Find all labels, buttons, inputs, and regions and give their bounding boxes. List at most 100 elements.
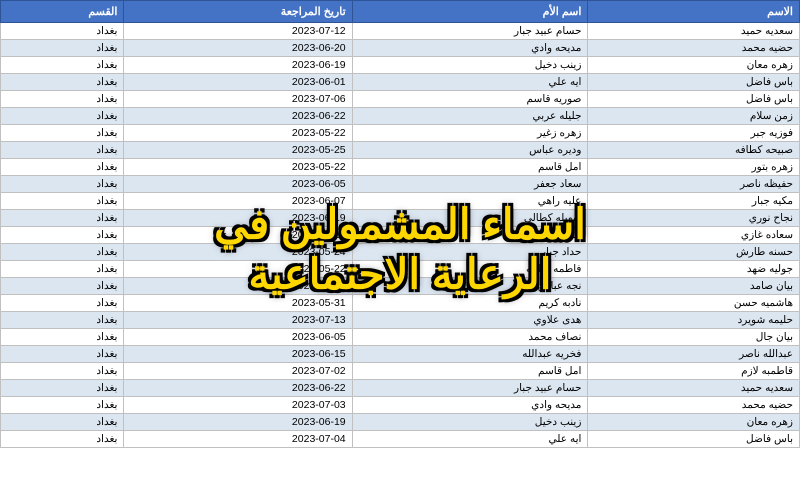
- table-cell: حسام عبيد جبار: [352, 23, 588, 40]
- table-cell: سعاده غازي: [588, 227, 800, 244]
- table-cell: مكيه جبار: [588, 193, 800, 210]
- table-cell: 2023-06-05: [124, 176, 352, 193]
- table-cell: 2023-06-19: [124, 414, 352, 431]
- table-cell: حسام عبيد جبار: [352, 380, 588, 397]
- table-cell: بيان صامد: [588, 278, 800, 295]
- table-cell: 2023-06-01: [124, 74, 352, 91]
- table-cell: بغداد: [1, 159, 124, 176]
- table-cell: 2023-07-02: [124, 363, 352, 380]
- table-cell: 2023-07-06: [124, 278, 352, 295]
- table-row: باس فاضلايه علي2023-07-04بغداد: [1, 431, 800, 448]
- table-cell: بغداد: [1, 380, 124, 397]
- table-cell: بغداد: [1, 142, 124, 159]
- table-cell: 2023-06-22: [124, 108, 352, 125]
- table-row: جوليه ضهدفاطمه طلحه2023-05-22بغداد: [1, 261, 800, 278]
- table-cell: 2023-05-25: [124, 142, 352, 159]
- table-cell: فوزيه جبر: [588, 125, 800, 142]
- table-cell: فخريه عبدالله: [352, 346, 588, 363]
- table-cell: بغداد: [1, 431, 124, 448]
- table-row: هاشميه حسننادبه كريم2023-05-31بغداد: [1, 295, 800, 312]
- table-cell: بغداد: [1, 193, 124, 210]
- table-cell: حفيظه ناصر: [588, 176, 800, 193]
- table-cell: زهره زغير: [352, 125, 588, 142]
- table-cell: 2023-06-15: [124, 346, 352, 363]
- table-cell: امل قاسم: [352, 363, 588, 380]
- table-cell: حضيه محمد: [588, 40, 800, 57]
- table-cell: 2023-06-05: [124, 329, 352, 346]
- table-row: زهره معانزينب دخيل2023-06-19بغداد: [1, 57, 800, 74]
- table-cell: زينب دخيل: [352, 414, 588, 431]
- main-container: الاسم اسم الأم تاريخ المراجعة القسم سعدي…: [0, 0, 800, 500]
- table-row: حضيه محمدمديحه وادي2023-06-20بغداد: [1, 40, 800, 57]
- table-cell: بغداد: [1, 261, 124, 278]
- table-cell: بيان جال: [588, 329, 800, 346]
- table-cell: بغداد: [1, 244, 124, 261]
- table-cell: 2023-06-19: [124, 210, 352, 227]
- table-row: مكيه جبارعليه راهي2023-06-07بغداد: [1, 193, 800, 210]
- table-cell: 2023-05-22: [124, 159, 352, 176]
- table-cell: بغداد: [1, 210, 124, 227]
- col-header-date: تاريخ المراجعة: [124, 1, 352, 23]
- table-cell: حسنه طارش: [588, 244, 800, 261]
- table-cell: عبدالله ناصر: [588, 346, 800, 363]
- table-cell: 2023-05-24: [124, 244, 352, 261]
- table-cell: 2023-07-13: [124, 312, 352, 329]
- table-row: حفيظه ناصرسعاد جعفر2023-06-05بغداد: [1, 176, 800, 193]
- table-row: فوزيه جبرزهره زغير2023-05-22بغداد: [1, 125, 800, 142]
- table-cell: بغداد: [1, 108, 124, 125]
- table-row: زهره معانزينب دخيل2023-06-19بغداد: [1, 414, 800, 431]
- table-cell: هاشميه حسن: [588, 295, 800, 312]
- table-cell: 2023-05-31: [124, 295, 352, 312]
- table-cell: 2023-07-12: [124, 23, 352, 40]
- table-cell: حداد جبار: [352, 244, 588, 261]
- table-cell: بغداد: [1, 329, 124, 346]
- table-cell: بغداد: [1, 91, 124, 108]
- table-cell: بغداد: [1, 57, 124, 74]
- table-cell: زهره معان: [588, 414, 800, 431]
- table-cell: زهره معان: [588, 57, 800, 74]
- table-cell: حضيه محمد: [588, 397, 800, 414]
- table-row: زمن سلامجليله عربي2023-06-22بغداد: [1, 108, 800, 125]
- table-row: باس فاضلصوريه قاسم2023-07-06بغداد: [1, 91, 800, 108]
- table-cell: باس فاضل: [588, 91, 800, 108]
- table-cell: سهيله كطالي: [352, 210, 588, 227]
- table-row: سعديه حميدحسام عبيد جبار2023-06-22بغداد: [1, 380, 800, 397]
- table-cell: وديره عباس: [352, 142, 588, 159]
- col-header-district: القسم: [1, 1, 124, 23]
- table-cell: 2023-05-22: [124, 125, 352, 142]
- data-table: الاسم اسم الأم تاريخ المراجعة القسم سعدي…: [0, 0, 800, 448]
- table-cell: زهره بتور: [588, 159, 800, 176]
- table-cell: مديحه وادي: [352, 397, 588, 414]
- table-row: بيان جالنصاف محمد2023-06-05بغداد: [1, 329, 800, 346]
- table-row: سعاده غازيرسميه محمد2023-05-23بغداد: [1, 227, 800, 244]
- table-cell: باس فاضل: [588, 431, 800, 448]
- table-cell: ايه علي: [352, 431, 588, 448]
- table-row: حسنه طارشحداد جبار2023-05-24بغداد: [1, 244, 800, 261]
- col-header-name: الاسم: [588, 1, 800, 23]
- table-cell: بغداد: [1, 227, 124, 244]
- table-cell: هدى علاوي: [352, 312, 588, 329]
- table-cell: جليله عربي: [352, 108, 588, 125]
- table-cell: قاطمبه لازم: [588, 363, 800, 380]
- table-row: حليمه شويردهدى علاوي2023-07-13بغداد: [1, 312, 800, 329]
- table-cell: باس فاضل: [588, 74, 800, 91]
- table-cell: سعاد جعفر: [352, 176, 588, 193]
- table-cell: 2023-07-04: [124, 431, 352, 448]
- table-cell: سعديه حميد: [588, 380, 800, 397]
- table-row: صبيحه كطافهوديره عباس2023-05-25بغداد: [1, 142, 800, 159]
- table-cell: 2023-06-19: [124, 57, 352, 74]
- table-cell: رسميه محمد: [352, 227, 588, 244]
- table-cell: بغداد: [1, 363, 124, 380]
- table-cell: بغداد: [1, 278, 124, 295]
- table-cell: 2023-06-20: [124, 40, 352, 57]
- table-cell: بغداد: [1, 312, 124, 329]
- table-row: سعديه حميدحسام عبيد جبار2023-07-12بغداد: [1, 23, 800, 40]
- table-row: قاطمبه لازمامل قاسم2023-07-02بغداد: [1, 363, 800, 380]
- table-cell: بغداد: [1, 414, 124, 431]
- table-cell: عليه راهي: [352, 193, 588, 210]
- table-cell: نجه عباس: [352, 278, 588, 295]
- table-cell: 2023-05-22: [124, 261, 352, 278]
- table-cell: بغداد: [1, 397, 124, 414]
- col-header-mother: اسم الأم: [352, 1, 588, 23]
- table-cell: نصاف محمد: [352, 329, 588, 346]
